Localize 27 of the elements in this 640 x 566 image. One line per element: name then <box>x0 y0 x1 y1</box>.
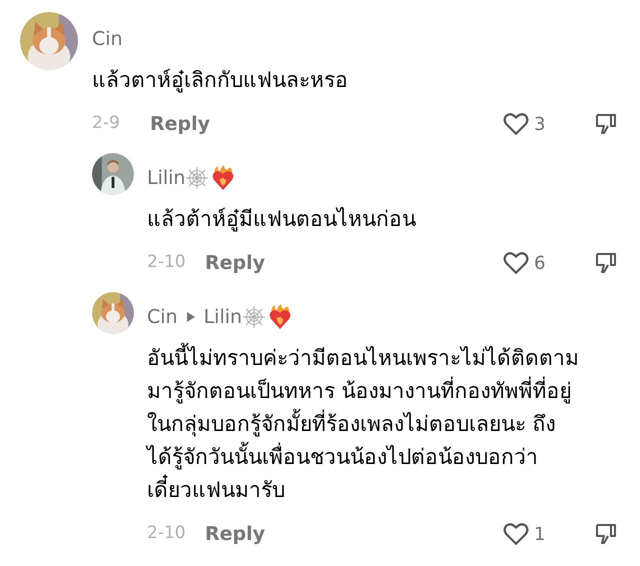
username[interactable]: Cin <box>147 302 178 332</box>
heart-icon[interactable] <box>503 251 529 275</box>
reply-button[interactable]: Reply <box>205 520 266 548</box>
username[interactable]: Cin <box>92 24 123 54</box>
play-arrow-icon <box>186 312 195 322</box>
like-count: 3 <box>534 112 546 136</box>
heart-icon[interactable] <box>503 112 529 136</box>
reply-button[interactable]: Reply <box>205 248 266 278</box>
spiderweb-icon <box>185 166 210 190</box>
dislike-icon[interactable] <box>594 522 618 546</box>
heart-icon[interactable] <box>503 522 529 546</box>
comment-text: อันนี้ไม่ทราบค่ะว่ามีตอนไหนเพราะไม่ได้ติดตาม มารู้จักตอนเป็นทหาร น้องมางานที่กองทัพพี่ที่อยู่ ในกลุ่มบอกรู้จักมั้ยที่ร้องเพลงไม่ตอบเลยนะ ถึง ได้รู้จักวันนั้นเพื่อนชวนน้องไปต่อน้องบอกว่า เดี๋ยวแฟนมารับ <box>147 342 618 507</box>
date: 2-10 <box>147 522 187 546</box>
comment-text: แล้วต้าห์อู๋มีแฟนตอนไหนก่อน <box>147 206 417 234</box>
username[interactable]: Lilin <box>204 302 242 332</box>
comment-text: แล้วตาห์อู๋เลิกกับแฟนละหรอ <box>92 67 349 94</box>
like-count: 1 <box>534 522 546 546</box>
dislike-icon[interactable] <box>594 112 618 136</box>
flaming-heart-icon <box>268 304 292 330</box>
like-count: 6 <box>534 252 546 276</box>
spiderweb-icon <box>242 305 266 329</box>
flaming-heart-icon <box>211 165 236 191</box>
reply-button[interactable]: Reply <box>150 110 210 138</box>
date: 2-9 <box>92 112 121 136</box>
dislike-icon[interactable] <box>594 251 618 275</box>
username[interactable]: Lilin <box>147 164 186 192</box>
date: 2-10 <box>147 251 187 274</box>
